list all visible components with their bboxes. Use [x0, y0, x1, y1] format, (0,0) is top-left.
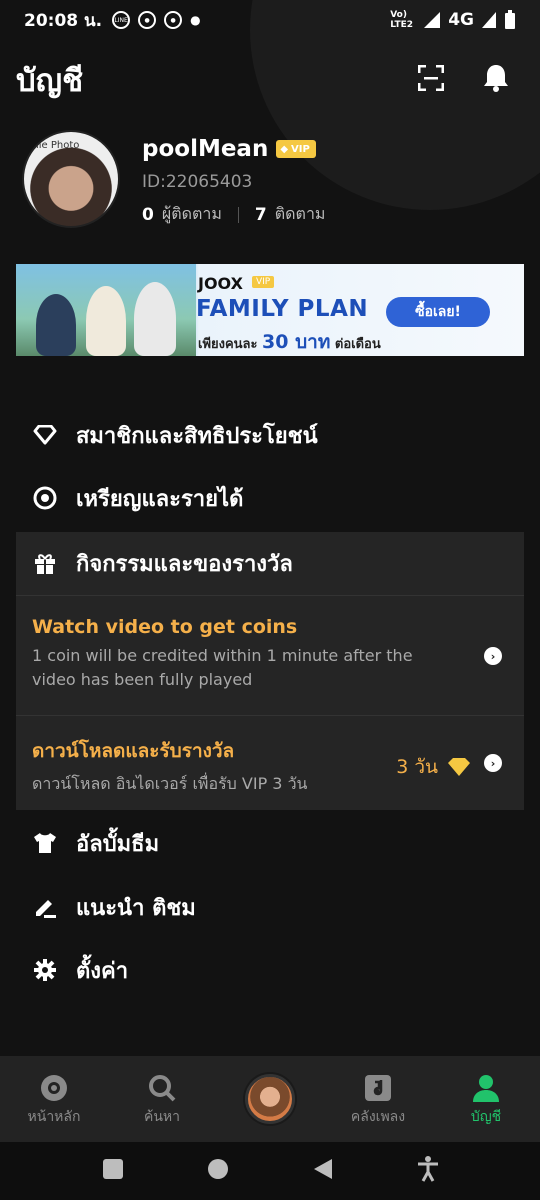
bell-icon[interactable]: [482, 63, 510, 97]
nav-home-label: หน้าหลัก: [27, 1109, 81, 1125]
watch-video-row[interactable]: Watch video to get coins 1 coin will be …: [16, 595, 524, 715]
menu-settings[interactable]: ตั้งค่า: [16, 939, 524, 1001]
signal-icon: [424, 12, 441, 28]
coin-icon: [32, 485, 58, 511]
chevron-right-icon: ›: [484, 647, 502, 665]
diamond-icon: ◆: [280, 143, 289, 155]
nav-library[interactable]: คลังเพลง: [324, 1056, 432, 1142]
screen: { "status": { "time": "20:08 น.", "netwo…: [0, 0, 540, 1200]
nav-account-label: บัญชี: [470, 1109, 502, 1125]
buy-now-button[interactable]: ซื้อเลย!: [386, 297, 490, 327]
price-suffix: ต่อเดือน: [334, 337, 381, 352]
download-reward-title: ดาวน์โหลดและรับรางวัล: [32, 740, 235, 762]
reward-days: 3 วัน: [396, 756, 438, 778]
diamond-outline-icon: [32, 422, 58, 448]
accessibility-icon[interactable]: [417, 1156, 439, 1186]
banner-vip-tag: VIP: [252, 276, 275, 288]
following-count[interactable]: 7: [255, 205, 267, 225]
record-icon: ●: [138, 11, 157, 29]
vip-badge-label: VIP: [291, 143, 310, 155]
page-title: บัญชี: [16, 63, 84, 99]
banner-plan: FAMILY PLAN: [196, 296, 369, 322]
chevron-right-icon: ›: [484, 754, 502, 772]
price-prefix: เพียงคนละ: [198, 337, 258, 352]
banner-logo: JOOX: [198, 274, 243, 293]
line-icon: LINE: [112, 11, 131, 29]
search-icon: [147, 1070, 177, 1106]
menu-coins-label: เหรียญและรายได้: [76, 486, 244, 512]
following-label[interactable]: ติดตาม: [275, 202, 326, 227]
menu-suggest-label: แนะนำ ติชม: [76, 895, 196, 921]
nav-search[interactable]: ค้นหา: [108, 1056, 216, 1142]
record-icon-2: ●: [164, 11, 183, 29]
nav-search-label: ค้นหา: [143, 1109, 181, 1125]
followers-label[interactable]: ผู้ติดตาม: [162, 202, 222, 227]
menu-membership-label: สมาชิกและสิทธิประโยชน์: [76, 423, 318, 449]
gear-icon: [32, 957, 58, 983]
price-value: 30 บาท: [262, 331, 331, 353]
edit-icon: [32, 894, 58, 920]
banner-photo: [16, 264, 196, 356]
avatar[interactable]: ile Photo: [22, 130, 120, 228]
network-label: 4G: [448, 10, 474, 30]
watch-video-title: Watch video to get coins: [32, 616, 298, 638]
menu-coins[interactable]: เหรียญและรายได้: [16, 467, 524, 529]
nav-library-label: คลังเพลง: [350, 1109, 406, 1125]
recents-button[interactable]: [102, 1158, 124, 1184]
status-time: 20:08 น.: [24, 10, 103, 31]
menu-settings-label: ตั้งค่า: [76, 958, 129, 984]
home-button[interactable]: [207, 1158, 229, 1184]
menu-activities-label: กิจกรรมและของรางวัล: [76, 551, 293, 577]
profile-id: ID:22065403: [142, 172, 253, 192]
followers-count[interactable]: 0: [142, 205, 154, 225]
vip-badge: ◆ VIP: [276, 140, 316, 158]
watch-video-desc: 1 coin will be credited within 1 minute …: [32, 646, 413, 689]
home-icon: [39, 1070, 69, 1106]
download-reward-desc: ดาวน์โหลด อินไดเวอร์ เพื่อรับ VIP 3 วัน: [32, 774, 308, 793]
gift-icon: [32, 550, 58, 576]
menu-album[interactable]: อัลบั้มธีม: [16, 812, 524, 874]
user-icon: [471, 1070, 501, 1106]
nav-account[interactable]: บัญชี: [432, 1056, 540, 1142]
family-plan-banner[interactable]: JOOX VIP FAMILY PLAN เพียงคนละ 30 บาท ต่…: [16, 264, 524, 356]
bottom-nav: หน้าหลัก ค้นหา คลังเพลง บัญชี: [0, 1056, 540, 1142]
battery-icon: [505, 10, 515, 29]
menu-album-label: อัลบั้มธีม: [76, 831, 160, 857]
nav-player[interactable]: [216, 1056, 324, 1142]
menu-activities[interactable]: กิจกรรมและของรางวัล: [16, 532, 524, 594]
divider: [237, 206, 239, 223]
status-bar: 20:08 น. LINE ● ● ● Vo) LTE2 4G: [0, 0, 540, 40]
shirt-icon: [32, 830, 58, 856]
gold-diamond-icon: [448, 758, 470, 776]
now-playing-avatar[interactable]: [245, 1074, 295, 1124]
music-library-icon: [363, 1070, 393, 1106]
reward-amount: 3 วัน: [396, 752, 472, 782]
menu-suggest[interactable]: แนะนำ ติชม: [16, 876, 524, 938]
dot-icon: ●: [190, 13, 201, 27]
banner-price: เพียงคนละ 30 บาท ต่อเดือน: [198, 327, 381, 356]
header: บัญชี: [0, 52, 540, 108]
back-button[interactable]: [312, 1158, 334, 1184]
scan-icon[interactable]: [417, 64, 445, 95]
profile-name: poolMean: [142, 136, 269, 162]
nav-home[interactable]: หน้าหลัก: [0, 1056, 108, 1142]
volte-indicator: Vo) LTE2: [390, 10, 413, 30]
system-nav-bar: [0, 1142, 540, 1200]
download-reward-row[interactable]: ดาวน์โหลดและรับรางวัล ดาวน์โหลด อินไดเวอ…: [16, 715, 524, 810]
menu-membership[interactable]: สมาชิกและสิทธิประโยชน์: [16, 404, 524, 466]
signal-icon-2: [482, 12, 496, 28]
profile-section[interactable]: ile Photo poolMean ◆ VIP ID:22065403 0 ผู…: [22, 130, 522, 240]
avatar-caption: ile Photo: [36, 140, 80, 151]
